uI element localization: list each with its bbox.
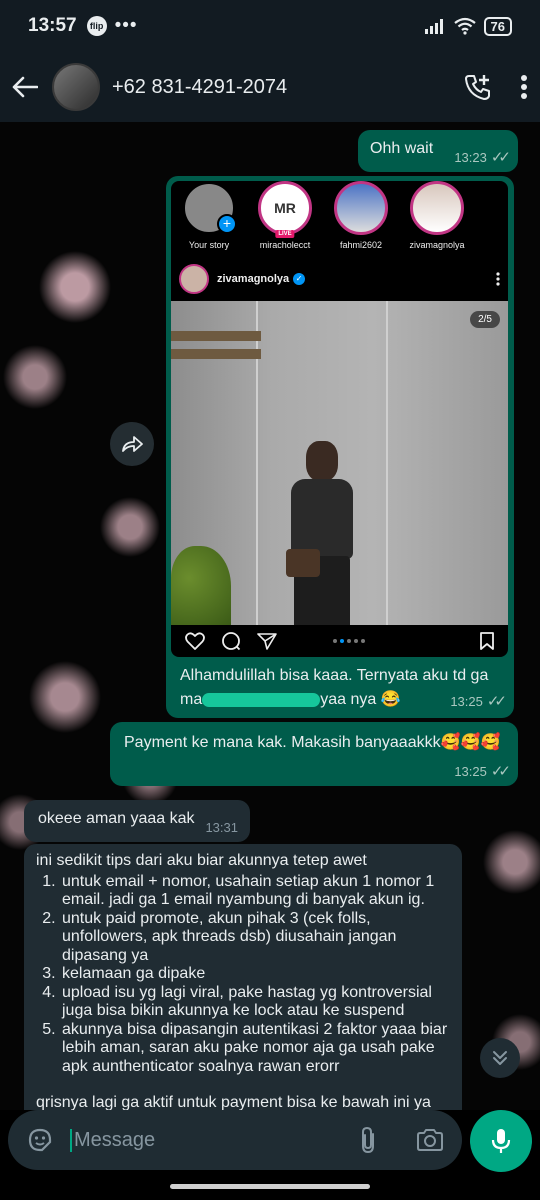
carousel-counter: 2/5 (470, 311, 500, 328)
read-ticks-icon: ✓✓ (486, 693, 507, 710)
message-time: 13:31 (205, 820, 238, 835)
paperclip-icon[interactable] (360, 1126, 378, 1154)
share-icon (257, 633, 277, 650)
message-input[interactable]: Message (8, 1110, 462, 1170)
message-text: okeee aman yaaa kak (38, 810, 195, 827)
message-time: 13:25 (450, 693, 483, 709)
story-avatar (334, 181, 388, 235)
chat-area[interactable]: Ohh wait 13:23 ✓✓ + Your story MR LIVE mi… (0, 122, 540, 1110)
message-time: 13:25 (454, 763, 487, 779)
photo-plant (171, 546, 231, 625)
tips-list: untuk email + nomor, usahain setiap akun… (60, 873, 450, 1077)
battery-indicator: 76 (483, 16, 512, 36)
post-avatar (179, 264, 209, 294)
read-ticks-icon: ✓✓ (490, 149, 511, 166)
story-label: Your story (188, 240, 230, 250)
message-outgoing[interactable]: Ohh wait 13:23 ✓✓ (358, 130, 518, 172)
story-item: MR LIVE miracholecct (253, 181, 317, 250)
message-text: qrisnya lagi ga aktif untuk payment bisa… (36, 1094, 431, 1110)
read-ticks-icon: ✓✓ (490, 763, 511, 780)
message-incoming[interactable]: okeee aman yaaa kak 13:31 (24, 800, 250, 842)
clock: 13:57 (28, 15, 77, 36)
list-item: akunnya bisa dipasangin autentikasi 2 fa… (60, 1021, 450, 1077)
double-chevron-down-icon[interactable] (480, 1038, 520, 1078)
caption-line: yaa nya 😂 (320, 691, 401, 708)
story-logo-text: MR (274, 200, 296, 216)
add-story-icon: + (217, 214, 237, 234)
post-username: zivamagnolya (217, 273, 290, 285)
comment-icon (222, 632, 241, 651)
chat-header: +62 831-4291-2074 (0, 52, 540, 122)
message-text: ini sedikit tips dari aku biar akunnya t… (36, 852, 367, 869)
story-item: fahmi2602 (329, 181, 393, 250)
post-more-icon (496, 272, 500, 286)
message-outgoing[interactable]: Payment ke mana kak. Makasih banyaaakkk🥰… (110, 722, 518, 786)
list-item: untuk paid promote, akun pihak 3 (cek fo… (60, 910, 450, 966)
flip-badge: flip (86, 16, 107, 36)
post-photo: 2/5 (171, 301, 508, 625)
story-label: fahmi2602 (339, 240, 383, 250)
home-indicator (170, 1184, 370, 1189)
message-text: Ohh wait (370, 140, 434, 157)
message-placeholder[interactable]: Message (70, 1128, 155, 1152)
story-bar: + Your story MR LIVE miracholecct fahmi26… (171, 181, 508, 251)
caption-line: ma (180, 691, 203, 708)
instagram-screenshot[interactable]: + Your story MR LIVE miracholecct fahmi26… (171, 181, 508, 657)
photo-railing (171, 331, 261, 371)
message-incoming[interactable]: ini sedikit tips dari aku biar akunnya t… (24, 844, 462, 1110)
caption-line: Alhamdulillah bisa kaaa. Ternyata aku td… (180, 667, 489, 684)
back-arrow-icon[interactable] (12, 76, 38, 98)
list-item: untuk email + nomor, usahain setiap akun… (60, 873, 450, 910)
story-label: zivamagnolya (409, 240, 465, 250)
redaction-mark (202, 692, 321, 707)
story-avatar: MR LIVE (258, 181, 312, 238)
contact-name[interactable]: +62 831-4291-2074 (112, 76, 287, 99)
story-avatar (410, 181, 464, 235)
carousel-dots (333, 639, 365, 643)
bookmark-icon (480, 632, 494, 650)
camera-icon[interactable] (416, 1128, 444, 1152)
contact-avatar[interactable] (52, 63, 100, 111)
post-header: zivamagnolya ✓ (171, 257, 508, 301)
wifi-icon (453, 17, 476, 35)
live-badge: LIVE (275, 230, 295, 238)
story-label: miracholecct (259, 240, 311, 250)
signal-icon (424, 19, 443, 34)
story-avatar: + (182, 181, 237, 235)
verified-badge-icon: ✓ (293, 273, 306, 285)
message-text: Payment ke mana kak. Makasih banyaaakkk🥰… (124, 734, 501, 751)
photo-person (276, 441, 366, 625)
more-notifications-icon: ••• (114, 15, 138, 36)
sticker-icon[interactable] (26, 1126, 54, 1154)
message-time: 13:23 (454, 149, 487, 165)
status-bar: 13:57 flip ••• 76 (0, 0, 540, 52)
story-item: + Your story (177, 181, 241, 250)
kebab-menu-icon[interactable] (520, 74, 528, 100)
message-outgoing-image[interactable]: + Your story MR LIVE miracholecct fahmi26… (166, 176, 514, 718)
list-item: upload isu yg lagi viral, pake hastag yg… (60, 984, 450, 1021)
post-actions (171, 625, 508, 657)
list-item: kelamaan ga dipake (60, 965, 450, 984)
story-item: zivamagnolya (405, 181, 469, 250)
microphone-icon[interactable] (470, 1110, 532, 1172)
forward-icon[interactable] (110, 422, 154, 466)
heart-icon (185, 632, 205, 650)
add-call-icon[interactable] (464, 73, 492, 101)
